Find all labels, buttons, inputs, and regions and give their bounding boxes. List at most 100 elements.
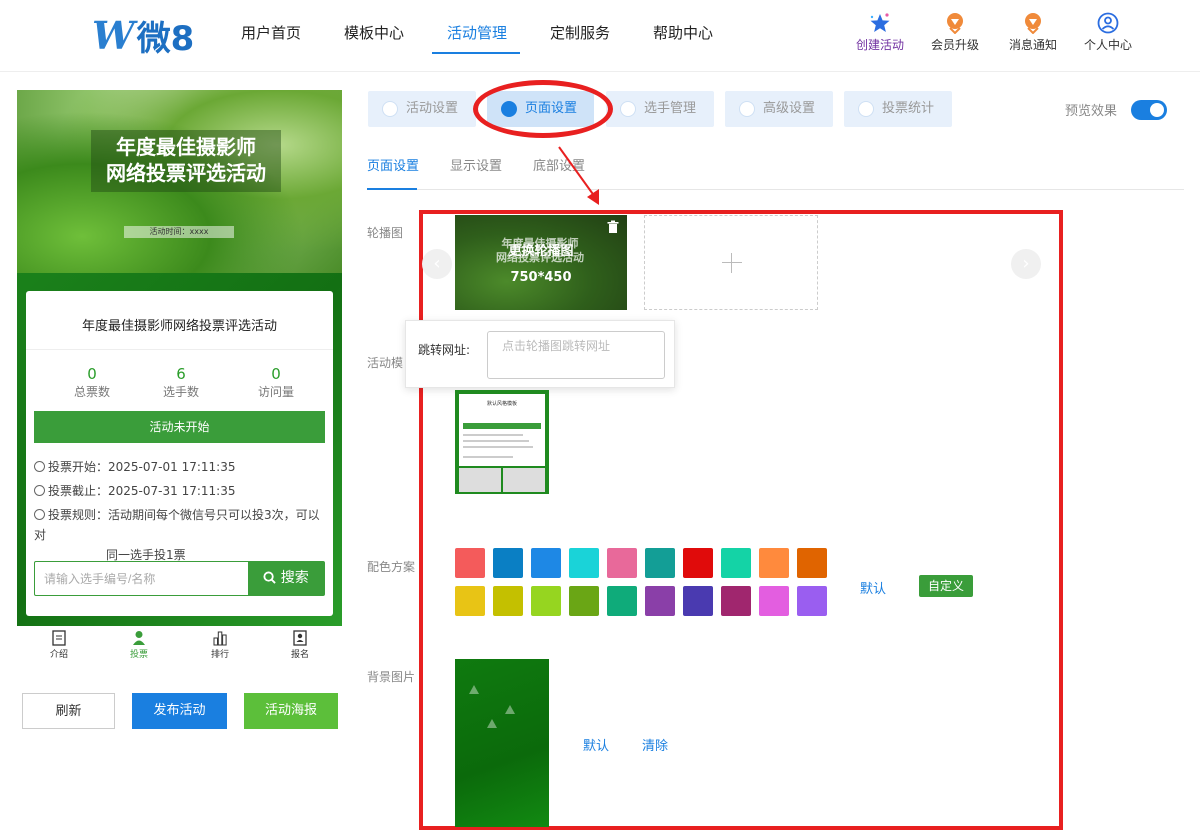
nav-templates[interactable]: 模板中心 [344,22,404,43]
color-custom-button[interactable]: 自定义 [919,575,973,597]
color-swatch[interactable] [683,586,713,616]
stat-value: 6 [176,365,186,383]
banner-title: 年度最佳摄影师 网络投票评选活动 [91,130,281,192]
logo-text: 微8 [136,18,195,59]
tabbar-vote[interactable]: 投票 [114,630,164,660]
template-thumbnail-footer [455,494,549,512]
template-thumbnail-line [463,434,523,436]
document-icon [52,630,66,646]
top-navbar: W 微8 用户首页 模板中心 活动管理 定制服务 帮助中心 创建活动 会员升级 … [0,0,1200,72]
tabbar-label: 介绍 [49,650,68,660]
publish-activity-button[interactable]: 发布活动 [132,693,227,729]
contestant-search: 搜索 [34,561,325,596]
chevron-right-icon: › [1022,253,1030,274]
message-notification-button[interactable]: 消息通知 [1001,12,1065,53]
preview-effect-toggle[interactable] [1131,100,1167,120]
brand-logo[interactable]: W 微8 [92,13,194,59]
color-swatch[interactable] [569,548,599,578]
mobile-preview: 年度最佳摄影师 网络投票评选活动 活动时间：xxxx 年度最佳摄影师网络投票评选… [17,90,342,626]
tabbar-label: 投票 [129,650,148,660]
tabbar-signup[interactable]: 报名 [275,630,325,660]
bar-chart-icon [213,631,227,646]
trash-icon[interactable] [606,220,620,234]
stat-value: 0 [271,365,281,383]
slide-overlay: 更换轮播图 750*450 [455,239,627,291]
personal-center-button[interactable]: 个人中心 [1076,12,1140,53]
annotation-arrow-icon [558,146,599,205]
color-swatch[interactable] [607,548,637,578]
color-swatch[interactable] [645,548,675,578]
stat-contestants: 6 选手数 [133,365,229,400]
vote-rules-label: 投票规则： [48,508,109,522]
template-thumbnail-line [463,446,533,448]
nav-activity-management[interactable]: 活动管理 [447,22,507,43]
link-url-input[interactable] [487,331,665,379]
carousel-prev-button[interactable]: ‹ [422,249,452,279]
nav-home[interactable]: 用户首页 [241,22,301,43]
color-swatch[interactable] [797,548,827,578]
activity-status-button[interactable]: 活动未开始 [34,411,325,443]
refresh-button[interactable]: 刷新 [22,693,115,729]
search-input[interactable] [35,562,249,595]
activity-poster-button[interactable]: 活动海报 [244,693,338,729]
tab-vote-statistics[interactable]: 投票统计 [844,91,952,127]
color-swatch[interactable] [683,548,713,578]
color-swatch[interactable] [493,586,523,616]
color-swatch[interactable] [531,548,561,578]
star-icon [870,13,890,32]
carousel-next-button[interactable]: › [1011,249,1041,279]
vote-rules-info: 投票规则：活动期间每个微信号只可以投3次，可以对 同一选手投1票 [34,505,325,565]
banner-title-line2: 网络投票评选活动 [106,161,266,185]
background-thumbnail[interactable] [455,659,549,827]
member-upgrade-button[interactable]: 会员升级 [923,12,987,53]
create-activity-label: 创建活动 [855,38,904,52]
add-carousel-button[interactable] [644,215,818,310]
color-swatch[interactable] [797,586,827,616]
color-swatch[interactable] [607,586,637,616]
link-url-label: 跳转网址: [418,343,471,357]
vote-start-info: 投票开始：2025-07-01 17:11:35 [34,457,235,477]
tabbar-label: 报名 [290,650,309,660]
template-thumbnail[interactable]: 默认风格模板 [455,390,549,512]
subtab-divider [367,189,1184,190]
preview-effect-label: 预览效果 [1065,104,1118,119]
tab-activity-settings[interactable]: 活动设置 [368,91,476,127]
settings-icon [739,101,755,117]
diamond-badge-icon [947,13,963,34]
create-activity-button[interactable]: 创建活动 [848,12,912,53]
color-swatch[interactable] [493,548,523,578]
color-default-button[interactable]: 默认 [860,578,886,597]
tabbar-intro[interactable]: 介绍 [34,630,84,660]
color-swatch[interactable] [455,586,485,616]
background-clear-button[interactable]: 清除 [642,735,668,754]
carousel-slide[interactable]: 年度最佳摄影师 网络投票评选活动 更换轮播图 750*450 [455,215,627,310]
nav-active-indicator [432,52,520,54]
color-swatch[interactable] [721,548,751,578]
subtab-page-settings[interactable]: 页面设置 [367,155,419,174]
slide-size-label: 750*450 [510,270,572,285]
template-thumbnail-line [463,456,513,458]
nav-custom-service[interactable]: 定制服务 [550,22,610,43]
tab-label: 投票统计 [882,101,935,116]
color-swatch[interactable] [455,548,485,578]
tab-label: 高级设置 [763,101,816,116]
nav-help[interactable]: 帮助中心 [653,22,713,43]
search-button[interactable]: 搜索 [248,562,324,595]
subtab-display-settings[interactable]: 显示设置 [450,155,502,174]
replace-slide-label: 更换轮播图 [508,244,574,259]
tab-advanced-settings[interactable]: 高级设置 [725,91,833,127]
vote-end-info: 投票截止：2025-07-31 17:11:35 [34,481,235,501]
background-default-button[interactable]: 默认 [583,735,609,754]
color-swatch[interactable] [645,586,675,616]
tab-contestant-management[interactable]: 选手管理 [606,91,714,127]
tabbar-ranking[interactable]: 排行 [195,630,245,660]
personal-center-label: 个人中心 [1083,38,1132,52]
color-swatch[interactable] [531,586,561,616]
color-swatch[interactable] [721,586,751,616]
color-swatch[interactable] [759,548,789,578]
search-icon [263,571,276,584]
color-swatch[interactable] [759,586,789,616]
chevron-left-icon: ‹ [433,253,441,274]
vote-end-value: 2025-07-31 17:11:35 [108,484,236,498]
color-swatch[interactable] [569,586,599,616]
